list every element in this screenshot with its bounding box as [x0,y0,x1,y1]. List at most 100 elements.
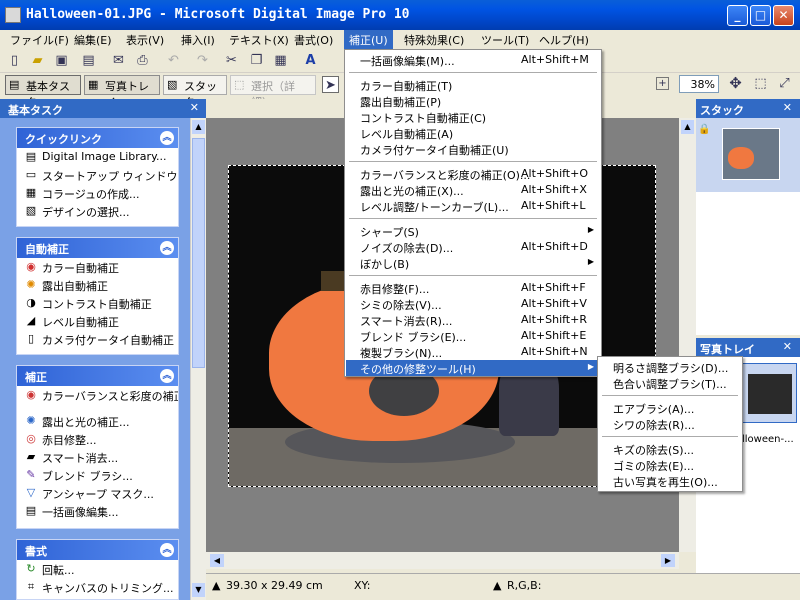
scroll-up-icon[interactable]: ▲ [192,120,205,134]
rotate[interactable]: ↻ 回転... [17,560,178,578]
menu-item[interactable]: ノイズの除去(D)... Alt+Shift+D [346,239,600,255]
actual-size-icon[interactable]: ⤢ [776,75,793,92]
menu-item[interactable]: ぼかし(B) ▶ [346,255,600,271]
collapse-icon[interactable]: ︽ [160,131,174,145]
auto-color[interactable]: ◉ カラー自動補正 [17,258,178,276]
menu-help[interactable]: ヘルプ(H) [539,32,589,48]
canvas-crop[interactable]: ⌗ キャンバスのトリミング... [17,578,178,596]
link-startup-window[interactable]: ▭ スタートアップ ウィンドウ... [17,166,178,184]
email-icon[interactable]: ✉ [110,52,127,69]
collapse-icon[interactable]: ︽ [160,369,174,383]
close-button[interactable]: ✕ [773,5,794,26]
menu-edit[interactable]: 編集(E) [74,32,112,48]
auto-contrast[interactable]: ◑ コントラスト自動補正 [17,294,178,312]
canvas-horizontal-scrollbar[interactable]: ◀ ▶ [206,552,679,569]
menu-item[interactable]: 露出自動補正(P) [346,93,600,109]
scroll-down-icon[interactable]: ▼ [192,583,205,597]
menu-item[interactable]: シミの除去(V)... Alt+Shift+V [346,296,600,312]
zoom-field[interactable]: 38% [679,75,719,93]
menu-format[interactable]: 書式(O) [294,32,333,48]
group-header[interactable]: クイックリンク ︽ [17,128,178,148]
pan-icon[interactable]: ✥ [727,75,744,92]
menu-item[interactable]: コントラスト自動補正(C) [346,109,600,125]
cut-icon[interactable]: ✂ [223,52,240,69]
menu-insert[interactable]: 挿入(I) [181,32,215,48]
menu-item[interactable]: レベル自動補正(A) [346,125,600,141]
scroll-thumb[interactable] [192,138,205,368]
link-collage[interactable]: ▦ コラージュの作成... [17,184,178,202]
menu-tools[interactable]: ツール(T) [481,32,529,48]
auto-exposure[interactable]: ✺ 露出自動補正 [17,276,178,294]
group-header[interactable]: 書式 ︽ [17,540,178,560]
menu-item[interactable]: 露出と光の補正(X)... Alt+Shift+X [346,182,600,198]
redo-icon[interactable]: ↷ [194,52,211,69]
fit-icon[interactable]: ⬚ [752,75,769,92]
tray-thumbnail[interactable] [741,363,797,423]
auto-camera-phone[interactable]: ▯ カメラ付ケータイ自動補正 [17,330,178,348]
undo-icon[interactable]: ↶ [165,52,182,69]
new-icon[interactable]: ▯ [6,52,23,69]
menu-item[interactable]: シャープ(S) ▶ [346,223,600,239]
library-icon[interactable]: ▤ [80,52,97,69]
auto-levels[interactable]: ◢ レベル自動補正 [17,312,178,330]
blend-brush[interactable]: ✎ ブレンド ブラシ... [17,466,178,484]
open-icon[interactable]: ▰ [29,52,46,69]
save-icon[interactable]: ▣ [53,52,70,69]
tab-stack[interactable]: ▧スタック [163,75,227,109]
print-icon[interactable]: ⎙ [134,52,151,69]
stack-thumbnail[interactable] [722,128,780,180]
scroll-right-icon[interactable]: ▶ [661,554,675,567]
link-image-library[interactable]: ▤ Digital Image Library... [17,148,178,166]
close-stack-button[interactable]: ✕ [783,101,792,114]
menu-file[interactable]: ファイル(F) [10,32,69,48]
menu-item[interactable]: 明るさ調整ブラシ(D)... [599,359,741,375]
group-header[interactable]: 補正 ︽ [17,366,178,386]
menu-view[interactable]: 表示(V) [126,32,164,48]
left-panel-scrollbar[interactable]: ▲ ▼ [190,118,206,600]
menu-item[interactable]: ゴミの除去(E)... [599,457,741,473]
scroll-left-icon[interactable]: ◀ [210,554,224,567]
zoom-in-icon[interactable]: + [656,77,669,90]
menu-item[interactable]: カラー自動補正(T) [346,77,600,93]
exposure-light[interactable]: ✺ 露出と光の補正... [17,412,178,430]
group-header[interactable]: 自動補正 ︽ [17,238,178,258]
menu-item[interactable]: 赤目修整(F)... Alt+Shift+F [346,280,600,296]
tab-select-detail[interactable]: ⬚選択（詳細） [230,75,316,109]
menu-item-label: シャープ(S) [360,226,419,239]
menu-item[interactable]: カラーバランスと彩度の補正(O)... Alt+Shift+O [346,166,600,182]
batch-edit[interactable]: ▤ 一括画像編集... [17,502,178,520]
menu-item[interactable]: 古い写真を再生(O)... [599,473,741,489]
pointer-icon[interactable]: ➤ [322,76,339,93]
text-icon[interactable]: A [302,52,319,69]
menu-correct[interactable]: 補正(U) [344,30,393,49]
menu-item[interactable]: ブレンド ブラシ(E)... Alt+Shift+E [346,328,600,344]
menu-text[interactable]: テキスト(X) [229,32,289,48]
menu-item[interactable]: 一括画像編集(M)... Alt+Shift+M [346,52,600,68]
tab-photo-tray[interactable]: ▦写真トレイ [84,75,160,109]
copy-icon[interactable]: ❐ [248,52,265,69]
maximize-button[interactable]: □ [750,5,771,26]
close-panel-button[interactable]: ✕ [190,101,199,114]
menu-item[interactable]: その他の修整ツール(H) ▶ [346,360,600,376]
link-design[interactable]: ▧ デザインの選択... [17,202,178,220]
menu-item[interactable]: エアブラシ(A)... [599,400,741,416]
red-eye[interactable]: ◎ 赤目修整... [17,430,178,448]
collapse-icon[interactable]: ︽ [160,543,174,557]
menu-item[interactable]: カメラ付ケータイ自動補正(U) [346,141,600,157]
tab-basic-tasks[interactable]: ▤基本タスク [5,75,81,109]
scroll-up-icon[interactable]: ▲ [681,120,694,134]
close-tray-button[interactable]: ✕ [783,340,792,353]
menu-effects[interactable]: 特殊効果(C) [404,32,464,48]
menu-item[interactable]: 色合い調整ブラシ(T)... [599,375,741,391]
menu-item[interactable]: シワの除去(R)... [599,416,741,432]
menu-item[interactable]: レベル調整/トーンカーブ(L)... Alt+Shift+L [346,198,600,214]
color-balance[interactable]: ◉カラーバランスと彩度の補正... [17,386,178,412]
menu-item[interactable]: スマート消去(R)... Alt+Shift+R [346,312,600,328]
smart-erase[interactable]: ▰ スマート消去... [17,448,178,466]
unsharp-mask[interactable]: ▽ アンシャープ マスク... [17,484,178,502]
minimize-button[interactable]: _ [727,5,748,26]
paste-icon[interactable]: ▦ [272,52,289,69]
menu-item[interactable]: キズの除去(S)... [599,441,741,457]
menu-item[interactable]: 複製ブラシ(N)... Alt+Shift+N [346,344,600,360]
collapse-icon[interactable]: ︽ [160,241,174,255]
